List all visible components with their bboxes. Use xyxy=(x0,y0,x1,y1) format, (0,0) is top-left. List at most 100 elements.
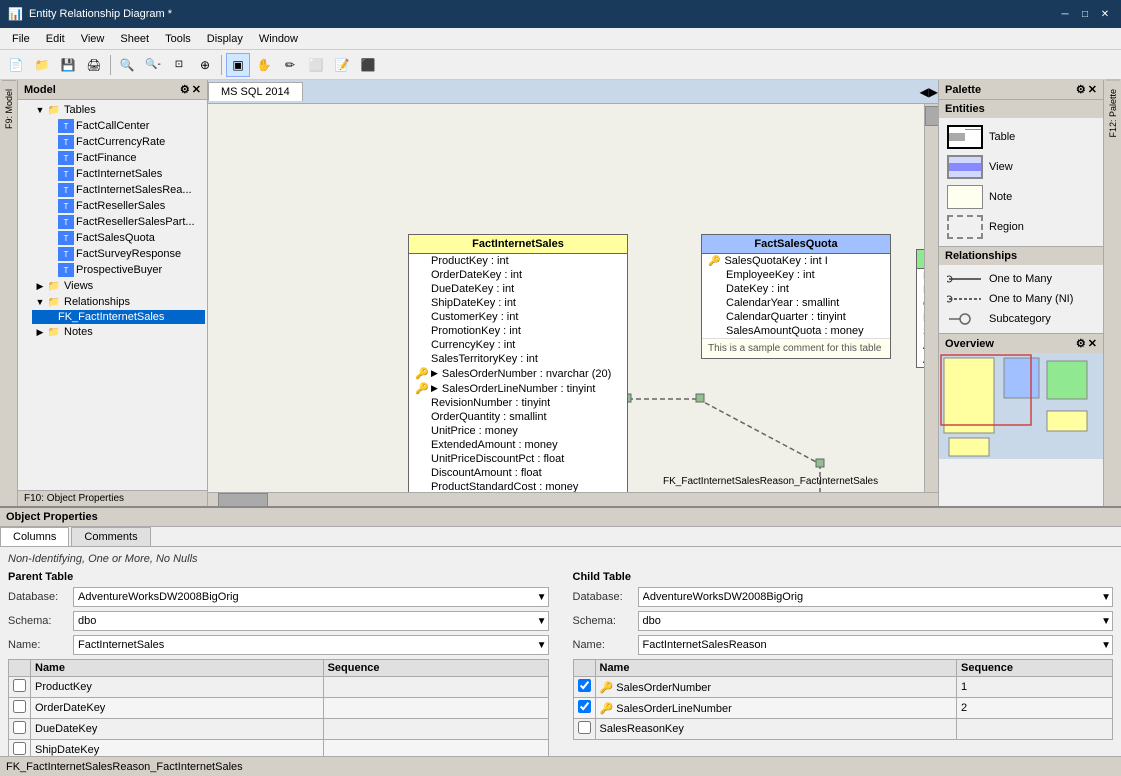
menu-file[interactable]: File xyxy=(4,31,38,47)
expand-views-icon[interactable]: ▶ xyxy=(34,281,46,292)
tree-notes-section[interactable]: ▶ 📁 Notes xyxy=(20,324,205,340)
canvas-tab-mssql[interactable]: MS SQL 2014 xyxy=(208,82,303,101)
palette-item-region[interactable]: Region xyxy=(943,212,1099,242)
comments-tab[interactable]: Comments xyxy=(71,527,150,546)
menu-view[interactable]: View xyxy=(73,31,113,47)
child-db-dropdown-icon[interactable]: ▼ xyxy=(1101,592,1111,603)
parent-col-check-1[interactable] xyxy=(13,679,26,692)
menu-tools[interactable]: Tools xyxy=(157,31,199,47)
parent-name-input[interactable] xyxy=(73,635,549,655)
palette-side-tab[interactable]: F12: Palette xyxy=(1106,80,1120,146)
parent-col-check-2[interactable] xyxy=(13,700,26,713)
scroll-left-btn[interactable]: ◀ xyxy=(920,85,929,99)
palette-item-one-to-many-ni[interactable]: One to Many (NI) xyxy=(943,289,1099,309)
hand-button[interactable]: ✋ xyxy=(252,53,276,77)
child-schema-input[interactable] xyxy=(638,611,1114,631)
zoom-in-button[interactable]: 🔍 xyxy=(115,53,139,77)
open-button[interactable]: 📁 xyxy=(30,53,54,77)
child-name-dropdown-icon[interactable]: ▼ xyxy=(1101,640,1111,651)
relationships-section-header[interactable]: Relationships xyxy=(939,247,1103,265)
child-col-name-1: 🔑 SalesOrderNumber xyxy=(595,677,957,698)
tree-item-prospectivebuyer[interactable]: T ProspectiveBuyer xyxy=(32,262,205,278)
palette-settings-icon[interactable]: ⚙ xyxy=(1076,83,1086,96)
menu-edit[interactable]: Edit xyxy=(38,31,73,47)
tree-relationships-section[interactable]: ▼ 📁 Relationships xyxy=(20,294,205,310)
tree-item-factcurrencyrate[interactable]: T FactCurrencyRate xyxy=(32,134,205,150)
canvas-hscroll[interactable] xyxy=(208,492,938,506)
tree-item-factinternetsalesrea[interactable]: T FactInternetSalesRea... xyxy=(32,182,205,198)
zoom-out-button[interactable]: 🔍- xyxy=(141,53,165,77)
menu-sheet[interactable]: Sheet xyxy=(112,31,157,47)
columns-tab[interactable]: Columns xyxy=(0,527,69,546)
palette-close-icon[interactable]: ✕ xyxy=(1088,83,1097,96)
expand-notes-icon[interactable]: ▶ xyxy=(34,327,46,338)
window-title: Entity Relationship Diagram * xyxy=(29,8,172,20)
close-button[interactable]: ✕ xyxy=(1097,6,1113,22)
palette-item-view[interactable]: View xyxy=(943,152,1099,182)
palette-item-note[interactable]: Note xyxy=(943,182,1099,212)
parent-schema-dropdown-icon[interactable]: ▼ xyxy=(537,616,547,627)
overview-content[interactable] xyxy=(939,353,1103,459)
parent-col-check-4[interactable] xyxy=(13,742,26,755)
parent-database-input[interactable] xyxy=(73,587,549,607)
tree-item-factresellersalespart[interactable]: T FactResellerSalesPart... xyxy=(32,214,205,230)
parent-schema-input[interactable] xyxy=(73,611,549,631)
erd-table-factsalesquota[interactable]: FactSalesQuota 🔑 SalesQuotaKey : int I E… xyxy=(701,234,891,359)
zoom-100-button[interactable]: ⊕ xyxy=(193,53,217,77)
parent-name-dropdown-icon[interactable]: ▼ xyxy=(537,640,547,651)
maximize-button[interactable]: □ xyxy=(1077,6,1093,22)
palette-item-table[interactable]: Table xyxy=(943,122,1099,152)
draw-button[interactable]: ✏ xyxy=(278,53,302,77)
model-settings-icon[interactable]: ⚙ xyxy=(180,83,190,96)
expand-tables-icon[interactable]: ▼ xyxy=(34,105,46,115)
note-button[interactable]: 📝 xyxy=(330,53,354,77)
print-button[interactable]: 🖨 xyxy=(82,53,106,77)
parent-db-dropdown-icon[interactable]: ▼ xyxy=(537,592,547,603)
child-database-input[interactable] xyxy=(638,587,1114,607)
erd-table-factinternetsales[interactable]: FactInternetSales ProductKey : int Order… xyxy=(408,234,628,492)
overview-close-icon[interactable]: ✕ xyxy=(1088,337,1097,350)
table-row: UnitPrice : money xyxy=(409,424,627,438)
tree-item-factfinance[interactable]: T FactFinance xyxy=(32,150,205,166)
minimize-button[interactable]: ─ xyxy=(1057,6,1073,22)
expand-rels-icon[interactable]: ▼ xyxy=(34,297,46,307)
tree-views-section[interactable]: ▶ 📁 Views xyxy=(20,278,205,294)
palette-item-one-to-many[interactable]: One to Many xyxy=(943,269,1099,289)
erd-table-factfinance[interactable]: FactFinance FinanceKey : int I DateKey :… xyxy=(916,249,924,368)
tree-item-factsurveyresponse[interactable]: T FactSurveyResponse xyxy=(32,246,205,262)
scroll-right-btn[interactable]: ▶ xyxy=(929,85,938,99)
eraser-button[interactable]: ⬜ xyxy=(304,53,328,77)
child-schema-dropdown-icon[interactable]: ▼ xyxy=(1101,616,1111,627)
menu-display[interactable]: Display xyxy=(199,31,251,47)
new-button[interactable]: 📄 xyxy=(4,53,28,77)
parent-col-check-3[interactable] xyxy=(13,721,26,734)
hscroll-thumb[interactable] xyxy=(218,493,268,506)
zoom-fit-button[interactable]: ⊡ xyxy=(167,53,191,77)
tree-item-fk-rel[interactable]: FK_FactInternetSales xyxy=(32,310,205,324)
tree-item-factsalesquota[interactable]: T FactSalesQuota xyxy=(32,230,205,246)
entities-section-header[interactable]: Entities xyxy=(939,100,1103,118)
vscroll-thumb[interactable] xyxy=(925,106,938,126)
region-button[interactable]: ⬛ xyxy=(356,53,380,77)
menu-window[interactable]: Window xyxy=(251,31,306,47)
canvas-vscroll[interactable] xyxy=(924,104,938,492)
child-name-input[interactable] xyxy=(638,635,1114,655)
child-col-check-1[interactable] xyxy=(578,679,591,692)
model-close-icon[interactable]: ✕ xyxy=(192,83,201,96)
tree-item-factresellersales[interactable]: T FactResellerSales xyxy=(32,198,205,214)
tree-tables-section[interactable]: ▼ 📁 Tables xyxy=(20,102,205,118)
overview-settings-icon[interactable]: ⚙ xyxy=(1076,337,1086,350)
canvas-viewport[interactable]: FK_FactInternetSalesReason_FactInternetS… xyxy=(208,104,924,492)
table-thumb xyxy=(947,125,983,149)
database-label: Database: xyxy=(8,591,73,603)
select-button[interactable]: ▣ xyxy=(226,53,250,77)
tree-item-factinternetsales[interactable]: T FactInternetSales xyxy=(32,166,205,182)
status-bar: FK_FactInternetSalesReason_FactInternetS… xyxy=(0,756,1121,776)
child-col-check-2[interactable] xyxy=(578,700,591,713)
model-tab[interactable]: F9: Model xyxy=(2,80,16,137)
entities-label: Entities xyxy=(945,103,985,115)
palette-item-subcategory[interactable]: Subcategory xyxy=(943,309,1099,329)
child-col-check-3[interactable] xyxy=(578,721,591,734)
tree-item-factcallcenter[interactable]: T FactCallCenter xyxy=(32,118,205,134)
save-button[interactable]: 💾 xyxy=(56,53,80,77)
